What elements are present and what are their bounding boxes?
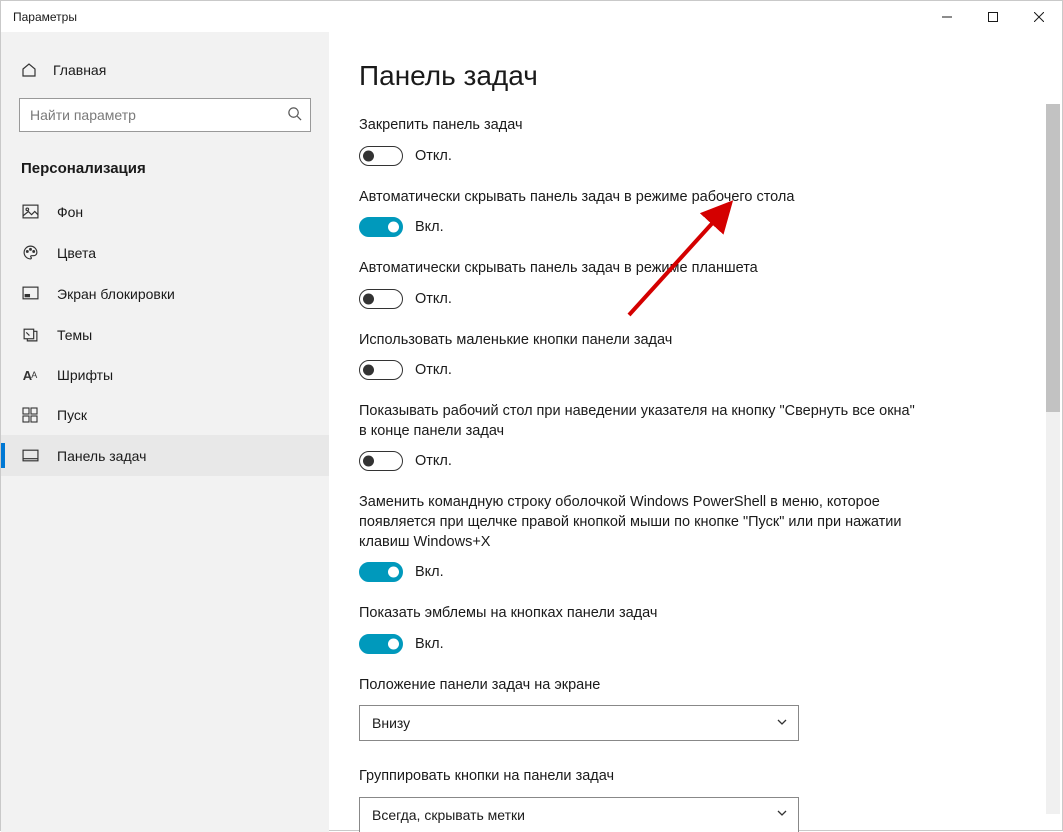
sidebar-item-fonts[interactable]: AA Шрифты — [1, 355, 329, 395]
setting-small-buttons: Использовать маленькие кнопки панели зад… — [359, 331, 919, 381]
sidebar-item-label: Панель задач — [57, 448, 146, 464]
home-label: Главная — [53, 62, 106, 78]
home-link[interactable]: Главная — [1, 52, 329, 88]
minimize-button[interactable] — [924, 1, 970, 32]
dropdown-value: Внизу — [372, 715, 410, 731]
dropdown-value: Всегда, скрывать метки — [372, 807, 525, 823]
sidebar-item-themes[interactable]: Темы — [1, 314, 329, 355]
setting-peek-desktop: Показывать рабочий стол при наведении ук… — [359, 402, 919, 471]
sidebar: Главная Персонализация Фон Цвета — [1, 32, 329, 832]
dropdown-combine[interactable]: Всегда, скрывать метки — [359, 797, 799, 832]
fonts-icon: AA — [21, 368, 39, 383]
start-icon — [21, 407, 39, 423]
toggle-state: Откл. — [415, 148, 452, 164]
toggle-powershell[interactable] — [359, 562, 403, 582]
chevron-down-icon — [776, 807, 788, 822]
sidebar-item-taskbar[interactable]: Панель задач — [1, 435, 329, 476]
setting-label: Показать эмблемы на кнопках панели задач — [359, 604, 919, 624]
themes-icon — [21, 326, 39, 343]
toggle-state: Вкл. — [415, 564, 444, 580]
picture-icon — [21, 203, 39, 220]
setting-badges: Показать эмблемы на кнопках панели задач… — [359, 604, 919, 654]
setting-label: Автоматически скрывать панель задач в ре… — [359, 259, 919, 279]
window-controls — [924, 1, 1062, 32]
toggle-state: Откл. — [415, 291, 452, 307]
setting-position: Положение панели задач на экране Внизу — [359, 676, 919, 742]
close-button[interactable] — [1016, 1, 1062, 32]
titlebar: Параметры — [1, 1, 1062, 32]
toggle-peek-desktop[interactable] — [359, 451, 403, 471]
toggle-autohide-desktop[interactable] — [359, 217, 403, 237]
toggle-lock-taskbar[interactable] — [359, 146, 403, 166]
setting-autohide-desktop: Автоматически скрывать панель задач в ре… — [359, 188, 919, 238]
setting-label: Показывать рабочий стол при наведении ук… — [359, 402, 919, 441]
sidebar-item-label: Шрифты — [57, 367, 113, 383]
setting-combine: Группировать кнопки на панели задач Всег… — [359, 767, 919, 832]
taskbar-icon — [21, 447, 39, 464]
toggle-state: Вкл. — [415, 219, 444, 235]
content-area: Панель задач Закрепить панель задач Откл… — [329, 32, 1062, 832]
search-icon — [287, 106, 302, 124]
sidebar-item-label: Фон — [57, 204, 83, 220]
sidebar-item-label: Темы — [57, 327, 92, 343]
setting-label: Заменить командную строку оболочкой Wind… — [359, 493, 919, 552]
sidebar-item-background[interactable]: Фон — [1, 191, 329, 232]
window-title: Параметры — [13, 10, 77, 24]
sidebar-item-label: Пуск — [57, 407, 87, 423]
setting-label: Закрепить панель задач — [359, 116, 919, 136]
search-box[interactable] — [19, 98, 311, 132]
sidebar-item-label: Цвета — [57, 245, 96, 261]
setting-label: Автоматически скрывать панель задач в ре… — [359, 188, 919, 208]
setting-powershell: Заменить командную строку оболочкой Wind… — [359, 493, 919, 582]
setting-label: Положение панели задач на экране — [359, 676, 919, 696]
lockscreen-icon — [21, 285, 39, 302]
toggle-small-buttons[interactable] — [359, 360, 403, 380]
page-title: Панель задач — [359, 60, 1022, 92]
sidebar-item-label: Экран блокировки — [57, 286, 175, 302]
palette-icon — [21, 244, 39, 261]
setting-label: Использовать маленькие кнопки панели зад… — [359, 331, 919, 351]
home-icon — [21, 62, 37, 78]
setting-label: Группировать кнопки на панели задач — [359, 767, 919, 787]
section-header: Персонализация — [1, 150, 329, 191]
toggle-state: Откл. — [415, 453, 452, 469]
scrollbar-thumb[interactable] — [1046, 104, 1060, 412]
toggle-badges[interactable] — [359, 634, 403, 654]
toggle-state: Вкл. — [415, 636, 444, 652]
chevron-down-icon — [776, 716, 788, 731]
toggle-autohide-tablet[interactable] — [359, 289, 403, 309]
dropdown-position[interactable]: Внизу — [359, 705, 799, 741]
maximize-button[interactable] — [970, 1, 1016, 32]
search-input[interactable] — [30, 107, 287, 123]
setting-autohide-tablet: Автоматически скрывать панель задач в ре… — [359, 259, 919, 309]
toggle-state: Откл. — [415, 362, 452, 378]
sidebar-item-colors[interactable]: Цвета — [1, 232, 329, 273]
sidebar-item-lockscreen[interactable]: Экран блокировки — [1, 273, 329, 314]
sidebar-item-start[interactable]: Пуск — [1, 395, 329, 435]
setting-lock-taskbar: Закрепить панель задач Откл. — [359, 116, 919, 166]
